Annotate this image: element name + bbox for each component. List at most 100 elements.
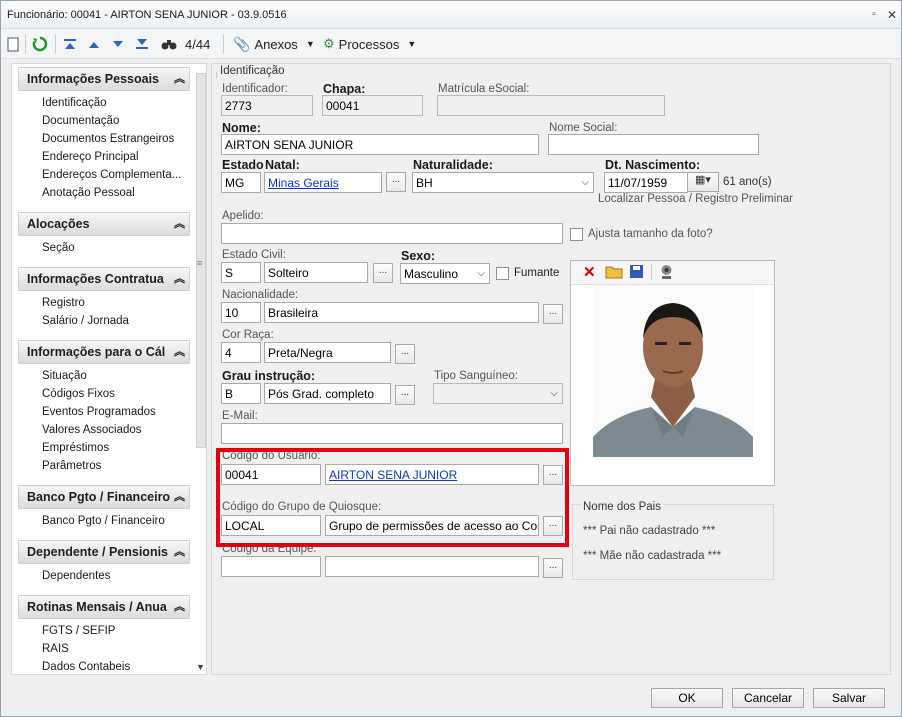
sidebar-item-valores-associados[interactable]: Valores Associados: [42, 424, 142, 436]
tipo-sanguineo-select[interactable]: ⌵: [433, 383, 563, 404]
next-record-icon[interactable]: [111, 35, 125, 53]
sidebar-item-parametros[interactable]: Parâmetros: [42, 460, 101, 472]
nacionalidade-code-field[interactable]: 10: [221, 302, 261, 323]
collapse-icon[interactable]: ︽: [174, 268, 185, 290]
last-record-icon[interactable]: [135, 35, 149, 53]
processos-button[interactable]: ⚙ Processos ▼: [323, 35, 416, 53]
grau-instrucao-lookup-button[interactable]: ...: [395, 385, 415, 405]
ajusta-foto-checkbox[interactable]: [570, 228, 583, 241]
collapse-icon[interactable]: ︽: [174, 213, 185, 235]
group-informacoes-calculo[interactable]: Informações para o Cál ︽: [18, 340, 190, 364]
sidebar-item-codigos-fixos[interactable]: Códigos Fixos: [42, 388, 115, 400]
collapse-icon[interactable]: ︽: [174, 486, 185, 508]
open-folder-icon[interactable]: [605, 264, 623, 282]
sidebar-item-enderecos-complementares[interactable]: Endereços Complementa...: [42, 169, 181, 181]
collapse-icon[interactable]: ︽: [174, 68, 185, 90]
toolbar-separator: [55, 34, 56, 54]
cancelar-button[interactable]: Cancelar: [732, 688, 804, 708]
nome-social-field[interactable]: [548, 134, 759, 155]
matricula-esocial-field[interactable]: [437, 95, 665, 116]
fumante-label: Fumante: [514, 267, 560, 279]
estado-civil-code-field[interactable]: S: [221, 262, 261, 283]
naturalidade-label: Naturalidade:: [413, 158, 493, 172]
new-icon[interactable]: [7, 35, 19, 53]
minimize-icon[interactable]: ▫: [867, 8, 881, 22]
group-informacoes-contratuais[interactable]: Informações Contratua ︽: [18, 267, 190, 291]
sidebar-item-dependentes[interactable]: Dependentes: [42, 570, 110, 582]
nome-dos-pais-panel: Nome dos Pais *** Pai não cadastrado ***…: [572, 501, 774, 580]
cor-raca-label: Cor Raça:: [222, 329, 274, 341]
scroll-down-icon[interactable]: ▼: [196, 662, 205, 672]
dropdown-arrow-icon: ▼: [407, 39, 417, 49]
calendar-icon[interactable]: ▦▾: [687, 172, 719, 192]
codigo-equipe-field[interactable]: [221, 556, 321, 577]
estado-civil-field[interactable]: Solteiro: [264, 262, 368, 283]
cor-raca-code-field[interactable]: 4: [221, 342, 261, 363]
cor-raca-field[interactable]: Preta/Negra: [264, 342, 391, 363]
identificador-field[interactable]: 2773: [221, 95, 313, 116]
estado-field[interactable]: MG: [221, 172, 261, 193]
close-icon[interactable]: ✕: [885, 8, 899, 22]
ok-button[interactable]: OK: [651, 688, 723, 708]
webcam-icon[interactable]: [659, 264, 674, 283]
group-alocacoes[interactable]: Alocações ︽: [18, 212, 190, 236]
salvar-button[interactable]: Salvar: [813, 688, 885, 708]
equipe-desc-field[interactable]: [325, 556, 539, 577]
group-informacoes-pessoais[interactable]: Informações Pessoais ︽: [18, 67, 190, 91]
sidebar-item-salario-jornada[interactable]: Salário / Jornada: [42, 315, 129, 327]
sidebar-scrollbar[interactable]: ≡ ▼: [196, 68, 206, 672]
grau-instrucao-field[interactable]: Pós Grad. completo: [264, 383, 391, 404]
localizar-pessoa-link[interactable]: Localizar Pessoa / Registro Preliminar: [598, 193, 793, 205]
sidebar-item-secao[interactable]: Seção: [42, 242, 75, 254]
sidebar-item-registro[interactable]: Registro: [42, 297, 85, 309]
sidebar-item-documentacao[interactable]: Documentação: [42, 115, 119, 127]
dt-nascimento-field[interactable]: 11/07/1959: [604, 172, 688, 193]
naturalidade-select[interactable]: BH ⌵: [412, 172, 594, 193]
photo-panel: ✕: [570, 260, 775, 486]
grau-instrucao-code-field[interactable]: B: [221, 383, 261, 404]
title-bar: Funcionário: 00041 - AIRTON SENA JUNIOR …: [1, 1, 901, 29]
anexos-button[interactable]: 📎 Anexos ▼: [233, 35, 315, 53]
first-record-icon[interactable]: [63, 35, 77, 53]
sidebar-item-eventos-programados[interactable]: Eventos Programados: [42, 406, 156, 418]
sexo-select[interactable]: Masculino ⌵: [400, 263, 490, 284]
sidebar-item-endereco-principal[interactable]: Endereço Principal: [42, 151, 139, 163]
sidebar-item-identificacao[interactable]: Identificação: [42, 97, 107, 109]
group-dependente[interactable]: Dependente / Pensionis ︽: [18, 540, 190, 564]
estado-civil-label: Estado Civil:: [222, 249, 286, 261]
sidebar-item-documentos-estrangeiros[interactable]: Documentos Estrangeiros: [42, 133, 174, 145]
email-field[interactable]: [221, 423, 563, 444]
fumante-checkbox[interactable]: [496, 267, 509, 280]
nome-field[interactable]: AIRTON SENA JUNIOR: [221, 134, 539, 155]
chapa-field[interactable]: 00041: [322, 95, 423, 116]
group-banco-pgto[interactable]: Banco Pgto / Financeiro ︽: [18, 485, 190, 509]
save-photo-icon[interactable]: [629, 264, 644, 282]
toolbar: 4/44 📎 Anexos ▼ ⚙ Processos ▼: [1, 29, 901, 59]
cor-raca-lookup-button[interactable]: ...: [395, 344, 415, 364]
nacionalidade-lookup-button[interactable]: ...: [543, 304, 563, 324]
natal-field[interactable]: Minas Gerais: [264, 172, 382, 193]
sidebar-item-emprestimos[interactable]: Empréstimos: [42, 442, 109, 454]
natal-label: Natal:: [265, 158, 300, 172]
binoculars-icon[interactable]: [161, 35, 177, 53]
sidebar-item-dados-contabeis[interactable]: Dados Contabeis: [42, 661, 130, 673]
refresh-icon[interactable]: [32, 35, 48, 53]
sidebar-item-anotacao-pessoal[interactable]: Anotação Pessoal: [42, 187, 135, 199]
group-rotinas-mensais[interactable]: Rotinas Mensais / Anua ︽: [18, 595, 190, 619]
sidebar-item-situacao[interactable]: Situação: [42, 370, 87, 382]
collapse-icon[interactable]: ︽: [174, 541, 185, 563]
apelido-field[interactable]: [221, 223, 563, 244]
previous-record-icon[interactable]: [87, 35, 101, 53]
sidebar-item-rais[interactable]: RAIS: [42, 643, 69, 655]
collapse-icon[interactable]: ︽: [174, 596, 185, 618]
apelido-label: Apelido:: [222, 210, 264, 222]
grau-instrucao-label: Grau instrução:: [222, 369, 316, 383]
delete-photo-icon[interactable]: ✕: [583, 263, 596, 281]
nacionalidade-field[interactable]: Brasileira: [264, 302, 539, 323]
collapse-icon[interactable]: ︽: [174, 341, 185, 363]
sidebar-item-banco-pgto[interactable]: Banco Pgto / Financeiro: [42, 515, 165, 527]
sidebar-item-fgts-sefip[interactable]: FGTS / SEFIP: [42, 625, 115, 637]
natal-lookup-button[interactable]: ...: [386, 172, 406, 192]
equipe-lookup-button[interactable]: ...: [543, 558, 563, 578]
estado-civil-lookup-button[interactable]: ...: [373, 263, 393, 283]
